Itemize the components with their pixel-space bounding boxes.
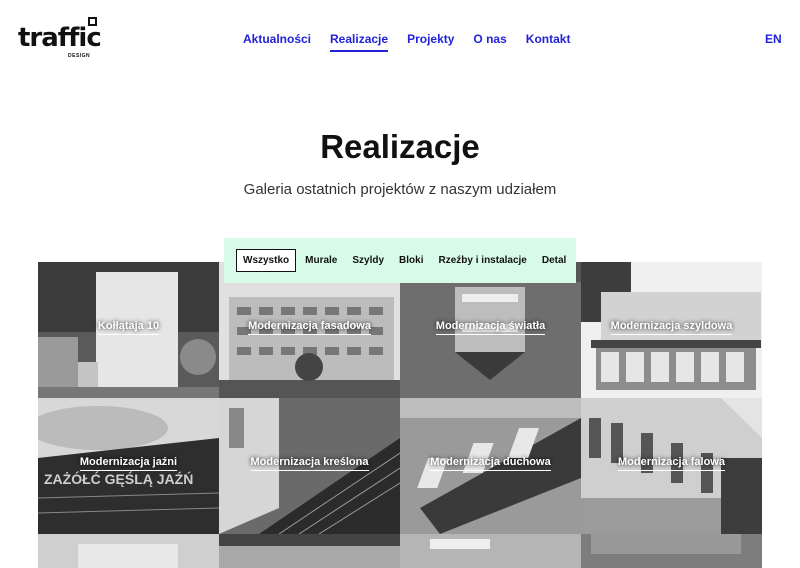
logo-wordmark: traffic bbox=[18, 23, 102, 53]
filter-murale[interactable]: Murale bbox=[299, 250, 343, 271]
language-switch[interactable]: EN bbox=[765, 32, 782, 46]
gallery-tile-partial[interactable] bbox=[219, 534, 400, 568]
tile-label: Modernizacja falowa bbox=[581, 456, 762, 471]
tile-title: Modernizacja jaźni bbox=[79, 456, 178, 471]
main-nav: Aktualności Realizacje Projekty O nas Ko… bbox=[243, 32, 570, 52]
gallery-tile-partial[interactable] bbox=[581, 534, 762, 568]
gallery-tile-partial[interactable] bbox=[38, 534, 219, 568]
project-gallery: Kołłątaja 10 Modernizacja fasadowa Moder… bbox=[38, 262, 762, 568]
tile-title: Modernizacja fasadowa bbox=[248, 320, 371, 335]
gallery-tile-kollataja[interactable]: Kołłątaja 10 bbox=[38, 262, 219, 398]
gallery-tile-szyldowa[interactable]: Modernizacja szyldowa bbox=[581, 262, 762, 398]
tile-photo bbox=[400, 534, 581, 568]
gallery-tile-jazni[interactable]: ZAŻÓŁĆ GĘŚLĄ JAŹŃ Modernizacja jaźni bbox=[38, 398, 219, 534]
filter-bloki[interactable]: Bloki bbox=[393, 250, 429, 271]
tile-label: Modernizacja światła bbox=[400, 320, 581, 335]
tile-label: Modernizacja kreślona bbox=[219, 456, 400, 471]
tile-title: Modernizacja kreślona bbox=[250, 456, 369, 471]
sign-text: ZAŻÓŁĆ GĘŚLĄ JAŹŃ bbox=[44, 470, 193, 487]
nav-item-realizacje[interactable]: Realizacje bbox=[330, 32, 389, 52]
gallery-tile-falowa[interactable]: Modernizacja falowa bbox=[581, 398, 762, 534]
gallery-tile-kreslona[interactable]: Modernizacja kreślona bbox=[219, 398, 400, 534]
page-title: Realizacje bbox=[320, 128, 480, 165]
tile-photo bbox=[219, 534, 400, 568]
tile-label: Modernizacja duchowa bbox=[400, 456, 581, 471]
gallery-tile-partial[interactable] bbox=[400, 534, 581, 568]
site-header: traffic DESIGN Aktualności Realizacje Pr… bbox=[0, 0, 800, 80]
tile-label: Modernizacja fasadowa bbox=[219, 320, 400, 335]
tile-title: Modernizacja szyldowa bbox=[610, 320, 733, 335]
category-filter-bar: Wszystko Murale Szyldy Bloki Rzeźby i in… bbox=[224, 238, 576, 283]
page-subtitle: Galeria ostatnich projektów z naszym udz… bbox=[243, 181, 557, 198]
gallery-tile-duchowa[interactable]: Modernizacja duchowa bbox=[400, 398, 581, 534]
logo-flag-icon bbox=[88, 17, 97, 26]
filter-detal[interactable]: Detal bbox=[536, 250, 572, 271]
nav-item-o-nas[interactable]: O nas bbox=[473, 32, 506, 52]
nav-item-aktualnosci[interactable]: Aktualności bbox=[243, 32, 311, 52]
nav-item-projekty[interactable]: Projekty bbox=[407, 32, 454, 52]
tile-photo bbox=[581, 534, 762, 568]
traffic-design-logo[interactable]: traffic DESIGN bbox=[18, 17, 102, 61]
tile-title: Modernizacja duchowa bbox=[430, 456, 551, 471]
tile-title: Kołłątaja 10 bbox=[97, 320, 160, 335]
tile-label: Modernizacja jaźni bbox=[38, 456, 219, 471]
filter-rzezby[interactable]: Rzeźby i instalacje bbox=[433, 250, 533, 271]
logo-subtitle: DESIGN bbox=[68, 53, 91, 59]
tile-label: Kołłątaja 10 bbox=[38, 320, 219, 335]
tile-photo bbox=[38, 534, 219, 568]
filter-wszystko[interactable]: Wszystko bbox=[236, 249, 297, 272]
filter-szyldy[interactable]: Szyldy bbox=[346, 250, 390, 271]
tile-title: Modernizacja falowa bbox=[618, 456, 725, 471]
tile-title: Modernizacja światła bbox=[435, 320, 546, 335]
nav-item-kontakt[interactable]: Kontakt bbox=[526, 32, 571, 52]
tile-label: Modernizacja szyldowa bbox=[581, 320, 762, 335]
